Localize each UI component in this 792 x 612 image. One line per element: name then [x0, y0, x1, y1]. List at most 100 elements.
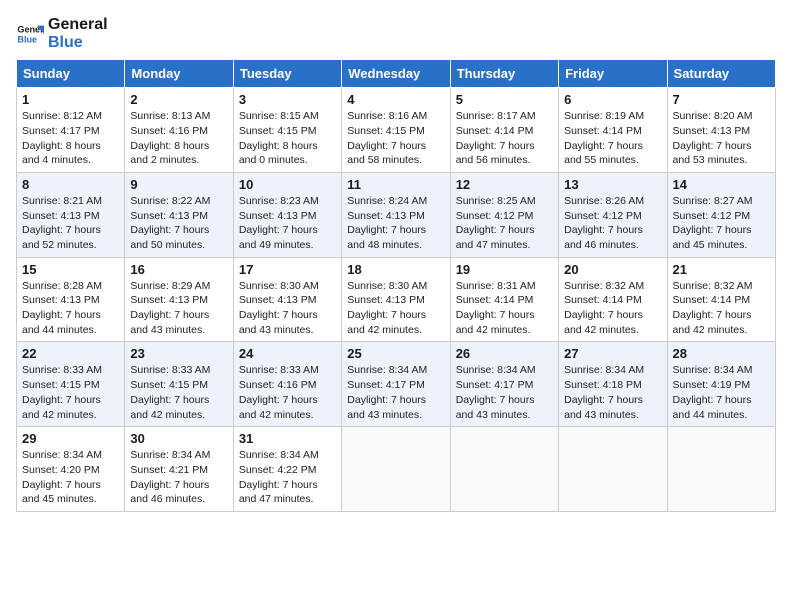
day-number: 25: [347, 346, 444, 361]
logo-blue: Blue: [48, 34, 108, 52]
day-number: 13: [564, 177, 661, 192]
cell-info: Sunrise: 8:28 AMSunset: 4:13 PMDaylight:…: [22, 280, 102, 336]
cell-info: Sunrise: 8:31 AMSunset: 4:14 PMDaylight:…: [456, 280, 536, 336]
calendar-cell: 4 Sunrise: 8:16 AMSunset: 4:15 PMDayligh…: [342, 88, 450, 173]
cell-info: Sunrise: 8:23 AMSunset: 4:13 PMDaylight:…: [239, 195, 319, 251]
cell-info: Sunrise: 8:26 AMSunset: 4:12 PMDaylight:…: [564, 195, 644, 251]
calendar-cell: 23 Sunrise: 8:33 AMSunset: 4:15 PMDaylig…: [125, 342, 233, 427]
calendar-cell: 15 Sunrise: 8:28 AMSunset: 4:13 PMDaylig…: [17, 257, 125, 342]
cell-info: Sunrise: 8:30 AMSunset: 4:13 PMDaylight:…: [239, 280, 319, 336]
day-number: 5: [456, 92, 553, 107]
calendar-cell: 10 Sunrise: 8:23 AMSunset: 4:13 PMDaylig…: [233, 172, 341, 257]
day-number: 24: [239, 346, 336, 361]
calendar-cell: 9 Sunrise: 8:22 AMSunset: 4:13 PMDayligh…: [125, 172, 233, 257]
calendar-cell: 17 Sunrise: 8:30 AMSunset: 4:13 PMDaylig…: [233, 257, 341, 342]
weekday-header-sunday: Sunday: [17, 60, 125, 88]
day-number: 10: [239, 177, 336, 192]
day-number: 28: [673, 346, 770, 361]
cell-info: Sunrise: 8:12 AMSunset: 4:17 PMDaylight:…: [22, 110, 102, 166]
calendar-week-3: 15 Sunrise: 8:28 AMSunset: 4:13 PMDaylig…: [17, 257, 776, 342]
cell-info: Sunrise: 8:33 AMSunset: 4:16 PMDaylight:…: [239, 364, 319, 420]
calendar-cell: 13 Sunrise: 8:26 AMSunset: 4:12 PMDaylig…: [559, 172, 667, 257]
cell-info: Sunrise: 8:32 AMSunset: 4:14 PMDaylight:…: [673, 280, 753, 336]
weekday-header-monday: Monday: [125, 60, 233, 88]
day-number: 3: [239, 92, 336, 107]
cell-info: Sunrise: 8:32 AMSunset: 4:14 PMDaylight:…: [564, 280, 644, 336]
cell-info: Sunrise: 8:27 AMSunset: 4:12 PMDaylight:…: [673, 195, 753, 251]
day-number: 2: [130, 92, 227, 107]
calendar-cell: 1 Sunrise: 8:12 AMSunset: 4:17 PMDayligh…: [17, 88, 125, 173]
cell-info: Sunrise: 8:34 AMSunset: 4:19 PMDaylight:…: [673, 364, 753, 420]
day-number: 20: [564, 262, 661, 277]
calendar-cell: [342, 427, 450, 512]
calendar-week-1: 1 Sunrise: 8:12 AMSunset: 4:17 PMDayligh…: [17, 88, 776, 173]
calendar-cell: [450, 427, 558, 512]
calendar-cell: 26 Sunrise: 8:34 AMSunset: 4:17 PMDaylig…: [450, 342, 558, 427]
weekday-header-row: SundayMondayTuesdayWednesdayThursdayFrid…: [17, 60, 776, 88]
calendar-cell: 5 Sunrise: 8:17 AMSunset: 4:14 PMDayligh…: [450, 88, 558, 173]
calendar-cell: 22 Sunrise: 8:33 AMSunset: 4:15 PMDaylig…: [17, 342, 125, 427]
cell-info: Sunrise: 8:34 AMSunset: 4:22 PMDaylight:…: [239, 449, 319, 505]
day-number: 15: [22, 262, 119, 277]
calendar-cell: 25 Sunrise: 8:34 AMSunset: 4:17 PMDaylig…: [342, 342, 450, 427]
calendar-cell: 6 Sunrise: 8:19 AMSunset: 4:14 PMDayligh…: [559, 88, 667, 173]
calendar-cell: 24 Sunrise: 8:33 AMSunset: 4:16 PMDaylig…: [233, 342, 341, 427]
weekday-header-tuesday: Tuesday: [233, 60, 341, 88]
day-number: 22: [22, 346, 119, 361]
day-number: 27: [564, 346, 661, 361]
cell-info: Sunrise: 8:13 AMSunset: 4:16 PMDaylight:…: [130, 110, 210, 166]
calendar-cell: 8 Sunrise: 8:21 AMSunset: 4:13 PMDayligh…: [17, 172, 125, 257]
day-number: 16: [130, 262, 227, 277]
day-number: 18: [347, 262, 444, 277]
calendar-week-4: 22 Sunrise: 8:33 AMSunset: 4:15 PMDaylig…: [17, 342, 776, 427]
page-header: General Blue General Blue: [16, 16, 776, 51]
day-number: 12: [456, 177, 553, 192]
day-number: 4: [347, 92, 444, 107]
day-number: 7: [673, 92, 770, 107]
calendar-cell: 19 Sunrise: 8:31 AMSunset: 4:14 PMDaylig…: [450, 257, 558, 342]
cell-info: Sunrise: 8:30 AMSunset: 4:13 PMDaylight:…: [347, 280, 427, 336]
day-number: 30: [130, 431, 227, 446]
cell-info: Sunrise: 8:33 AMSunset: 4:15 PMDaylight:…: [130, 364, 210, 420]
calendar-cell: 29 Sunrise: 8:34 AMSunset: 4:20 PMDaylig…: [17, 427, 125, 512]
day-number: 26: [456, 346, 553, 361]
cell-info: Sunrise: 8:34 AMSunset: 4:17 PMDaylight:…: [347, 364, 427, 420]
calendar-cell: 31 Sunrise: 8:34 AMSunset: 4:22 PMDaylig…: [233, 427, 341, 512]
calendar-cell: 18 Sunrise: 8:30 AMSunset: 4:13 PMDaylig…: [342, 257, 450, 342]
day-number: 21: [673, 262, 770, 277]
cell-info: Sunrise: 8:34 AMSunset: 4:17 PMDaylight:…: [456, 364, 536, 420]
calendar-cell: 16 Sunrise: 8:29 AMSunset: 4:13 PMDaylig…: [125, 257, 233, 342]
cell-info: Sunrise: 8:20 AMSunset: 4:13 PMDaylight:…: [673, 110, 753, 166]
calendar-cell: 30 Sunrise: 8:34 AMSunset: 4:21 PMDaylig…: [125, 427, 233, 512]
day-number: 19: [456, 262, 553, 277]
cell-info: Sunrise: 8:24 AMSunset: 4:13 PMDaylight:…: [347, 195, 427, 251]
day-number: 31: [239, 431, 336, 446]
logo-general: General: [48, 16, 108, 34]
day-number: 23: [130, 346, 227, 361]
calendar-cell: 12 Sunrise: 8:25 AMSunset: 4:12 PMDaylig…: [450, 172, 558, 257]
weekday-header-thursday: Thursday: [450, 60, 558, 88]
cell-info: Sunrise: 8:19 AMSunset: 4:14 PMDaylight:…: [564, 110, 644, 166]
cell-info: Sunrise: 8:34 AMSunset: 4:21 PMDaylight:…: [130, 449, 210, 505]
calendar-cell: 27 Sunrise: 8:34 AMSunset: 4:18 PMDaylig…: [559, 342, 667, 427]
cell-info: Sunrise: 8:15 AMSunset: 4:15 PMDaylight:…: [239, 110, 319, 166]
cell-info: Sunrise: 8:22 AMSunset: 4:13 PMDaylight:…: [130, 195, 210, 251]
cell-info: Sunrise: 8:21 AMSunset: 4:13 PMDaylight:…: [22, 195, 102, 251]
logo-icon: General Blue: [16, 20, 44, 48]
day-number: 14: [673, 177, 770, 192]
calendar-cell: 28 Sunrise: 8:34 AMSunset: 4:19 PMDaylig…: [667, 342, 775, 427]
cell-info: Sunrise: 8:17 AMSunset: 4:14 PMDaylight:…: [456, 110, 536, 166]
day-number: 1: [22, 92, 119, 107]
weekday-header-friday: Friday: [559, 60, 667, 88]
calendar-week-5: 29 Sunrise: 8:34 AMSunset: 4:20 PMDaylig…: [17, 427, 776, 512]
cell-info: Sunrise: 8:33 AMSunset: 4:15 PMDaylight:…: [22, 364, 102, 420]
calendar-cell: 21 Sunrise: 8:32 AMSunset: 4:14 PMDaylig…: [667, 257, 775, 342]
cell-info: Sunrise: 8:25 AMSunset: 4:12 PMDaylight:…: [456, 195, 536, 251]
cell-info: Sunrise: 8:29 AMSunset: 4:13 PMDaylight:…: [130, 280, 210, 336]
day-number: 6: [564, 92, 661, 107]
cell-info: Sunrise: 8:34 AMSunset: 4:18 PMDaylight:…: [564, 364, 644, 420]
weekday-header-saturday: Saturday: [667, 60, 775, 88]
cell-info: Sunrise: 8:16 AMSunset: 4:15 PMDaylight:…: [347, 110, 427, 166]
cell-info: Sunrise: 8:34 AMSunset: 4:20 PMDaylight:…: [22, 449, 102, 505]
calendar-cell: 20 Sunrise: 8:32 AMSunset: 4:14 PMDaylig…: [559, 257, 667, 342]
